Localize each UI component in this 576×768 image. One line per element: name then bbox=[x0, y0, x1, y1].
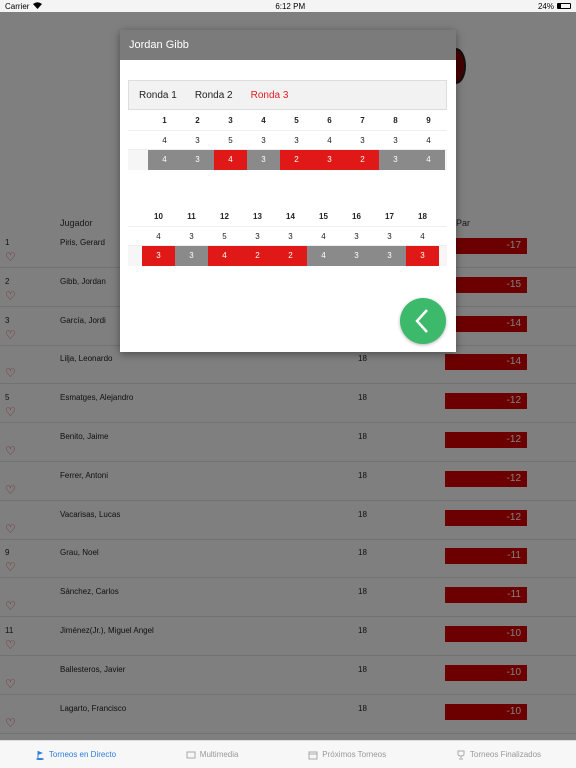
battery-percent: 24% bbox=[537, 1, 554, 11]
hole-score: 3 bbox=[340, 246, 373, 266]
hole-score: 3 bbox=[142, 246, 175, 266]
tab-round-2[interactable]: Ronda 2 bbox=[195, 90, 233, 101]
status-bar: Carrier 6:12 PM 24% bbox=[0, 0, 576, 12]
hole-par: 3 bbox=[387, 231, 392, 241]
tab-upcoming-tournaments[interactable]: Próximos Torneos bbox=[308, 750, 386, 760]
front-score-row: 434323234 bbox=[128, 150, 447, 170]
tab-round-3[interactable]: Ronda 3 bbox=[251, 90, 289, 101]
hole-score: 3 bbox=[181, 150, 214, 170]
hole-score: 3 bbox=[247, 150, 280, 170]
back-par-row: 4 3 5 3 3 4 3 3 4 bbox=[128, 226, 447, 246]
hole-score: 2 bbox=[241, 246, 274, 266]
tab-multimedia[interactable]: Multimedia bbox=[186, 750, 239, 760]
back-nine-grid: 10 11 12 13 14 15 16 17 18 435334334 334224333 bbox=[128, 206, 447, 266]
hole-par: 4 bbox=[321, 231, 326, 241]
status-time: 6:12 PM bbox=[275, 1, 306, 11]
hole-par: 5 bbox=[222, 231, 227, 241]
hole-par: 3 bbox=[354, 231, 359, 241]
front-par-row: 4 3 5 3 3 4 3 3 4 bbox=[128, 130, 447, 150]
back-button[interactable] bbox=[400, 298, 446, 344]
hole-score: 4 bbox=[148, 150, 181, 170]
hole-score: 4 bbox=[307, 246, 340, 266]
hole-score: 3 bbox=[379, 150, 412, 170]
front-nine-grid: 123456789 435334334 434323234 bbox=[128, 110, 447, 170]
hole-par: 4 bbox=[327, 135, 332, 145]
hole-par: 3 bbox=[195, 135, 200, 145]
hole-number: 13 bbox=[253, 211, 262, 221]
hole-score: 4 bbox=[214, 150, 247, 170]
hole-score: 2 bbox=[346, 150, 379, 170]
hole-number: 8 bbox=[393, 115, 398, 125]
hole-number: 7 bbox=[360, 115, 365, 125]
back-score-row: 334224333 bbox=[128, 246, 447, 266]
hole-par: 4 bbox=[162, 135, 167, 145]
hole-par: 3 bbox=[189, 231, 194, 241]
hole-number: 5 bbox=[294, 115, 299, 125]
golf-flag-icon bbox=[35, 750, 44, 760]
back-hole-row: 10 11 12 13 14 15 16 17 18 bbox=[128, 206, 447, 226]
hole-number: 1 bbox=[162, 115, 167, 125]
trophy-icon bbox=[457, 750, 465, 759]
hole-number: 9 bbox=[426, 115, 431, 125]
chevron-left-icon bbox=[415, 309, 428, 333]
scorecard-modal: Jordan Gibb Ronda 1 Ronda 2 Ronda 3 1234… bbox=[120, 30, 456, 352]
battery-icon bbox=[556, 3, 571, 9]
hole-score: 2 bbox=[280, 150, 313, 170]
hole-par: 3 bbox=[255, 231, 260, 241]
hole-par: 4 bbox=[420, 231, 425, 241]
hole-par: 3 bbox=[261, 135, 266, 145]
round-tabs: Ronda 1 Ronda 2 Ronda 3 bbox=[128, 80, 447, 110]
front-hole-row: 1 2 3 4 5 6 7 8 9 bbox=[128, 110, 447, 130]
hole-par: 3 bbox=[294, 135, 299, 145]
hole-par: 3 bbox=[360, 135, 365, 145]
hole-number: 17 bbox=[385, 211, 394, 221]
hole-par: 4 bbox=[426, 135, 431, 145]
carrier-label: Carrier bbox=[5, 1, 30, 11]
hole-par: 3 bbox=[288, 231, 293, 241]
hole-number: 10 bbox=[154, 211, 163, 221]
tab-finished-tournaments[interactable]: Torneos Finalizados bbox=[456, 750, 541, 760]
calendar-icon bbox=[308, 751, 318, 759]
modal-title: Jordan Gibb bbox=[120, 30, 456, 60]
hole-par: 5 bbox=[228, 135, 233, 145]
hole-score: 2 bbox=[274, 246, 307, 266]
hole-number: 3 bbox=[228, 115, 233, 125]
hole-score: 3 bbox=[313, 150, 346, 170]
hole-number: 12 bbox=[220, 211, 229, 221]
hole-number: 11 bbox=[187, 211, 196, 221]
tab-label: Torneos Finalizados bbox=[469, 750, 542, 759]
tab-bar: Torneos en Directo Multimedia Próximos T… bbox=[0, 740, 576, 768]
hole-score: 3 bbox=[406, 246, 439, 266]
tab-label: Próximos Torneos bbox=[322, 750, 387, 759]
hole-number: 6 bbox=[327, 115, 332, 125]
media-icon bbox=[186, 751, 196, 758]
hole-par: 3 bbox=[393, 135, 398, 145]
hole-score: 3 bbox=[373, 246, 406, 266]
hole-number: 16 bbox=[352, 211, 361, 221]
hole-score: 3 bbox=[175, 246, 208, 266]
tab-live-tournaments[interactable]: Torneos en Directo bbox=[35, 750, 116, 760]
tab-label: Multimedia bbox=[199, 750, 239, 759]
hole-number: 2 bbox=[195, 115, 200, 125]
hole-number: 15 bbox=[319, 211, 328, 221]
hole-number: 4 bbox=[261, 115, 266, 125]
hole-number: 14 bbox=[286, 211, 295, 221]
tab-label: Torneos en Directo bbox=[48, 750, 117, 759]
hole-score: 4 bbox=[208, 246, 241, 266]
wifi-icon bbox=[33, 1, 43, 11]
hole-number: 18 bbox=[418, 211, 427, 221]
hole-score: 4 bbox=[412, 150, 445, 170]
hole-par: 4 bbox=[156, 231, 161, 241]
tab-round-1[interactable]: Ronda 1 bbox=[139, 90, 177, 101]
